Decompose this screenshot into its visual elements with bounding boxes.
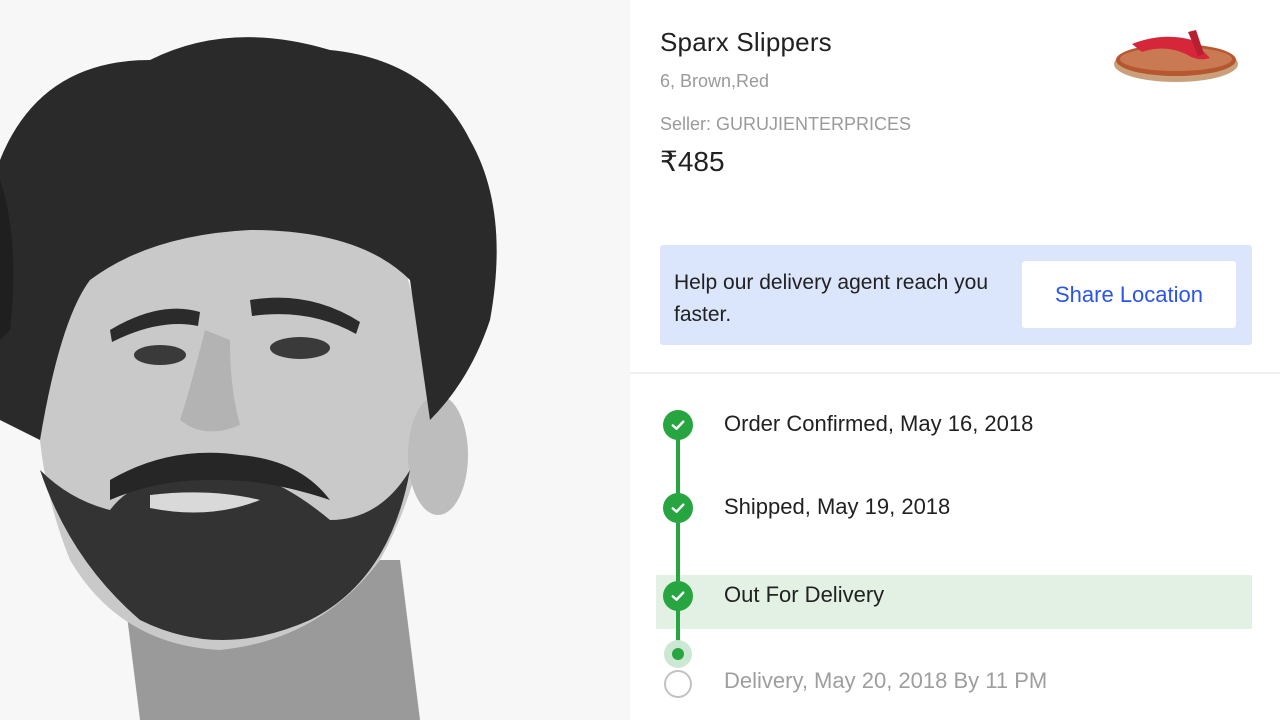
- tracking-step-label: Out For Delivery: [724, 582, 885, 607]
- order-tracker: Order Confirmed, May 16, 2018 Shipped, M…: [630, 380, 1280, 720]
- tracker-line-segment: [676, 523, 680, 581]
- order-details-panel: Sparx Slippers 6, Brown,Red Seller: GURU…: [630, 0, 1280, 720]
- help-banner-text: Help our delivery agent reach you faster…: [674, 271, 989, 326]
- share-location-button[interactable]: Share Location: [1022, 261, 1236, 328]
- section-divider: [630, 372, 1280, 374]
- product-variant: 6, Brown,Red: [660, 71, 770, 91]
- product-name[interactable]: Sparx Slippers: [660, 27, 832, 58]
- tracking-step-label: Delivery, May 20, 2018 By 11 PM: [724, 668, 1048, 693]
- product-price: ₹485: [660, 146, 725, 177]
- progress-dot-icon: [664, 640, 692, 668]
- tracking-step-label: Shipped, May 19, 2018: [724, 494, 951, 519]
- check-icon: [663, 581, 693, 611]
- product-seller: Seller: GURUJIENTERPRICES: [660, 114, 912, 134]
- check-icon: [663, 410, 693, 440]
- pending-circle-icon: [664, 670, 692, 698]
- tracking-step-label: Order Confirmed, May 16, 2018: [724, 411, 1034, 436]
- presenter-portrait-image: [0, 0, 630, 720]
- product-thumbnail[interactable]: [1102, 14, 1242, 94]
- presenter-photo: [0, 0, 630, 720]
- check-icon: [663, 493, 693, 523]
- delivery-help-banner: Help our delivery agent reach you faster…: [660, 245, 1252, 345]
